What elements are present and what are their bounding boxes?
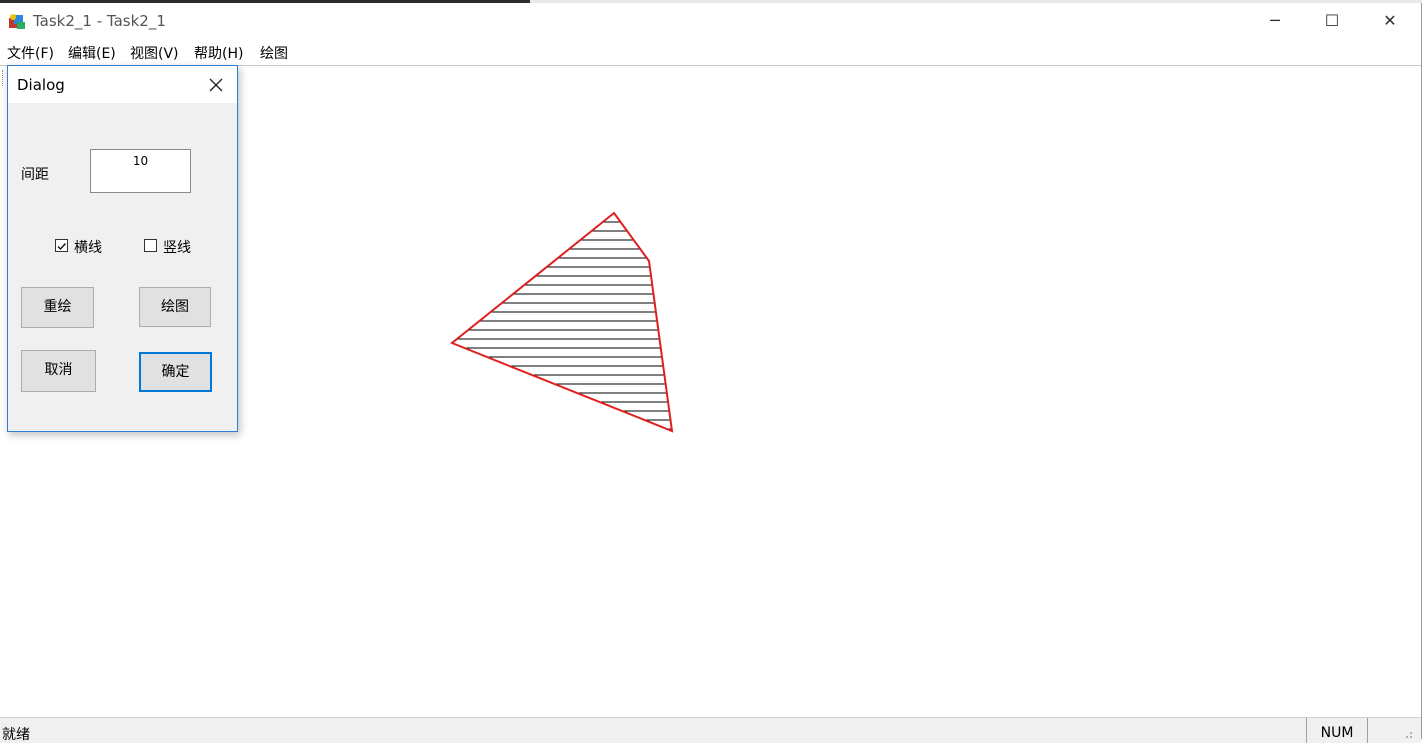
resize-grip-icon[interactable] — [1380, 724, 1416, 740]
spacing-input[interactable]: 10 — [90, 149, 191, 193]
ok-button[interactable]: 确定 — [139, 352, 212, 392]
minimize-icon: ─ — [1270, 11, 1280, 30]
status-text: 就绪 — [2, 727, 30, 743]
title-bar[interactable]: Task2_1 - Task2_1 ─ ☐ ✕ — [0, 3, 1421, 39]
status-bar: 就绪 NUM — [0, 717, 1421, 743]
draw-button[interactable]: 绘图 — [139, 287, 211, 327]
app-icon — [9, 14, 25, 29]
dialog-title: Dialog — [17, 76, 65, 94]
minimize-button[interactable]: ─ — [1246, 3, 1304, 39]
window-title: Task2_1 - Task2_1 — [33, 12, 166, 30]
menu-bar: 文件(F) 编辑(E) 视图(V) 帮助(H) 绘图 — [0, 39, 1421, 65]
dialog-title-bar[interactable]: Dialog — [8, 66, 237, 103]
maximize-button[interactable]: ☐ — [1303, 3, 1361, 39]
status-num-indicator: NUM — [1306, 718, 1368, 743]
menu-help[interactable]: 帮助(H) — [194, 43, 243, 63]
close-icon: ✕ — [1383, 11, 1397, 30]
menu-edit[interactable]: 编辑(E) — [68, 43, 116, 63]
redraw-button[interactable]: 重绘 — [21, 287, 94, 328]
horizontal-checkbox-label: 横线 — [74, 240, 102, 256]
menu-file[interactable]: 文件(F) — [7, 43, 54, 63]
maximize-icon: ☐ — [1324, 11, 1340, 30]
polygon-outline — [450, 211, 674, 433]
spacing-dialog: Dialog 间距 10 横线 竖线 重绘 绘图 取消 确定 — [7, 65, 238, 432]
spacing-label: 间距 — [21, 167, 49, 183]
toolbar-grip[interactable] — [2, 70, 5, 86]
horizontal-checkbox-box[interactable] — [55, 239, 68, 252]
cancel-button[interactable]: 取消 — [21, 350, 96, 392]
vertical-checkbox-box[interactable] — [144, 239, 157, 252]
close-button[interactable]: ✕ — [1361, 3, 1419, 39]
menu-draw[interactable]: 绘图 — [260, 43, 288, 63]
menu-view[interactable]: 视图(V) — [130, 43, 179, 63]
vertical-checkbox-label: 竖线 — [163, 240, 191, 256]
checkmark-icon — [57, 243, 67, 251]
dialog-close-icon[interactable] — [203, 72, 229, 98]
